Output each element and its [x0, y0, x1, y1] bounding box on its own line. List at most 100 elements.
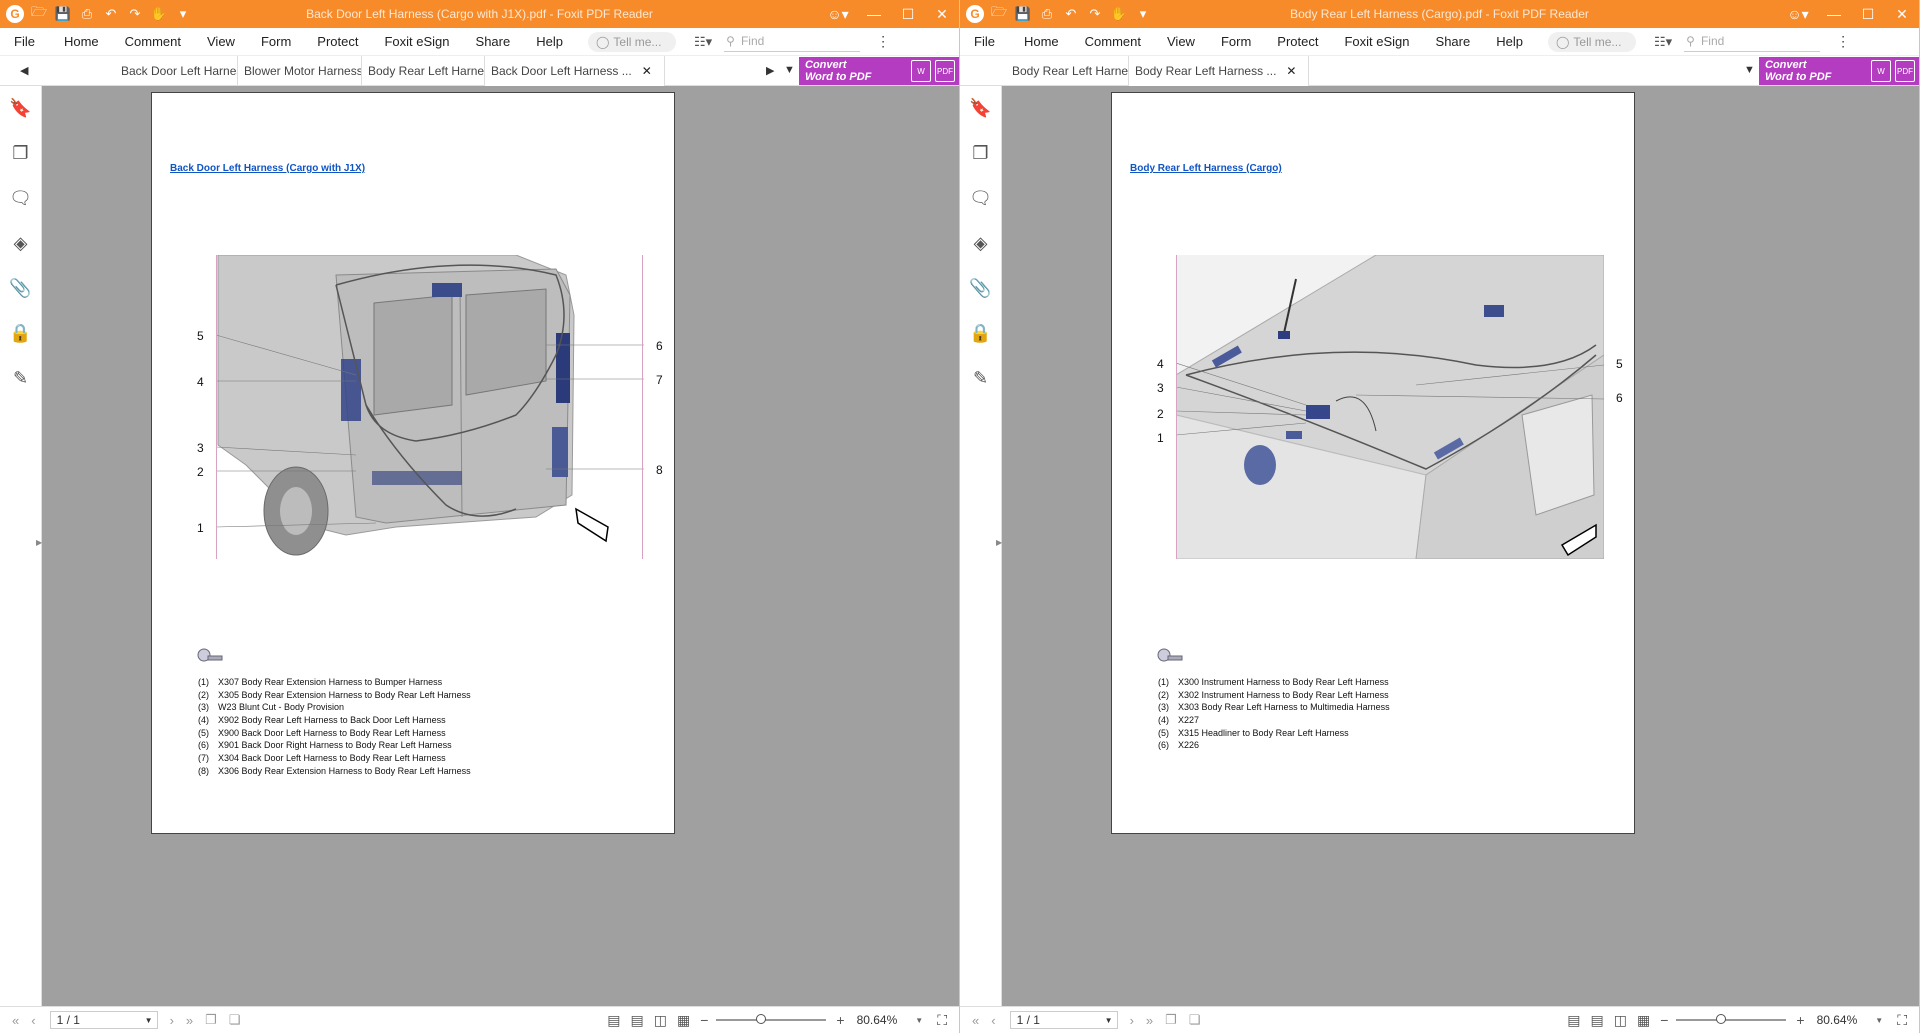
menu-foxit-esign[interactable]: Foxit eSign: [371, 28, 462, 56]
previous-view-icon[interactable]: ❐: [205, 1012, 217, 1028]
attachment-icon[interactable]: 📎: [960, 266, 1001, 311]
pages-icon[interactable]: ❐: [0, 131, 41, 176]
redo-icon[interactable]: ↷: [1086, 5, 1104, 23]
menu-help[interactable]: Help: [523, 28, 576, 56]
menu-foxit-esign[interactable]: Foxit eSign: [1331, 28, 1422, 56]
page-number-input[interactable]: 1 / 1 ▼: [49, 1011, 158, 1029]
zoom-slider[interactable]: [716, 1014, 827, 1024]
bookmark-icon[interactable]: 🔖: [960, 86, 1001, 131]
tell-me-search[interactable]: ◯ Tell me...: [1547, 31, 1636, 52]
facing-page-icon[interactable]: ◫: [1614, 1012, 1627, 1029]
hand-tool-icon[interactable]: ✋: [1110, 5, 1128, 23]
next-page-icon[interactable]: ›: [170, 1013, 174, 1028]
tell-me-search[interactable]: ◯ Tell me...: [587, 31, 676, 52]
maximize-icon[interactable]: ☐: [891, 0, 925, 28]
layers-icon[interactable]: ◈: [960, 221, 1001, 266]
zoom-dropdown-icon[interactable]: ▼: [1875, 1016, 1883, 1025]
customize-dropdown-icon[interactable]: ▾: [1134, 5, 1152, 23]
find-input[interactable]: ⚲ Find: [1684, 32, 1821, 52]
search-options-icon[interactable]: ☷▾: [694, 34, 712, 50]
menu-protect[interactable]: Protect: [1264, 28, 1331, 56]
tab-scroll-right-icon[interactable]: ▶: [766, 64, 774, 77]
document-area[interactable]: Back Door Left Harness (Cargo with J1X): [42, 86, 959, 1006]
close-tab-icon[interactable]: ✕: [642, 64, 652, 78]
close-icon[interactable]: ✕: [925, 0, 959, 28]
open-folder-icon[interactable]: 🗁: [990, 4, 1008, 23]
menu-view[interactable]: View: [194, 28, 248, 56]
first-page-icon[interactable]: «: [12, 1013, 19, 1028]
signature-icon[interactable]: ✎: [960, 356, 1001, 401]
tab-list-dropdown-icon[interactable]: ▼: [1744, 64, 1755, 76]
single-page-icon[interactable]: ▤: [607, 1012, 620, 1029]
tab-body-rear-left-harness-1[interactable]: Body Rear Left Harness...: [1006, 55, 1129, 86]
user-account-icon[interactable]: ☺▾: [819, 0, 857, 28]
open-folder-icon[interactable]: 🗁: [30, 4, 48, 23]
first-page-icon[interactable]: «: [972, 1013, 979, 1028]
print-icon[interactable]: ⎙: [1038, 5, 1056, 23]
menu-comment[interactable]: Comment: [112, 28, 194, 56]
redo-icon[interactable]: ↷: [126, 5, 144, 23]
zoom-dropdown-icon[interactable]: ▼: [915, 1016, 923, 1025]
zoom-in-icon[interactable]: +: [836, 1012, 844, 1028]
previous-page-icon[interactable]: ‹: [991, 1013, 995, 1028]
bookmark-icon[interactable]: 🔖: [0, 86, 41, 131]
menu-file[interactable]: File: [0, 28, 51, 56]
zoom-slider[interactable]: [1676, 1014, 1787, 1024]
menu-view[interactable]: View: [1154, 28, 1208, 56]
lock-icon[interactable]: 🔒: [960, 311, 1001, 356]
undo-icon[interactable]: ↶: [1062, 5, 1080, 23]
find-input[interactable]: ⚲ Find: [724, 32, 861, 52]
convert-word-to-pdf-banner[interactable]: Convert Word to PDF W PDF: [1759, 57, 1919, 85]
document-title-link[interactable]: Body Rear Left Harness (Cargo): [1130, 163, 1282, 174]
customize-dropdown-icon[interactable]: ▾: [174, 5, 192, 23]
tab-body-rear-left-harness[interactable]: Body Rear Left Harness...: [362, 55, 485, 86]
zoom-slider-knob[interactable]: [756, 1014, 767, 1024]
document-area[interactable]: Body Rear Left Harness (Cargo) 4 3 2 1 5…: [1002, 86, 1919, 1006]
menu-form[interactable]: Form: [248, 28, 304, 56]
tab-back-door-left-harness-active[interactable]: Back Door Left Harness ... ✕: [485, 55, 665, 86]
menu-protect[interactable]: Protect: [304, 28, 371, 56]
menu-share[interactable]: Share: [1423, 28, 1484, 56]
zoom-out-icon[interactable]: −: [700, 1012, 708, 1028]
user-account-icon[interactable]: ☺▾: [1779, 0, 1817, 28]
previous-page-icon[interactable]: ‹: [31, 1013, 35, 1028]
next-page-icon[interactable]: ›: [1130, 1013, 1134, 1028]
tab-list-dropdown-icon[interactable]: ▼: [784, 64, 795, 76]
menu-home[interactable]: Home: [51, 28, 112, 56]
minimize-icon[interactable]: —: [857, 0, 891, 28]
comments-icon[interactable]: 🗨: [960, 176, 1001, 221]
page-dropdown-icon[interactable]: ▼: [145, 1016, 153, 1025]
menu-comment[interactable]: Comment: [1072, 28, 1154, 56]
menu-share[interactable]: Share: [463, 28, 524, 56]
last-page-icon[interactable]: »: [186, 1013, 193, 1028]
fullscreen-icon[interactable]: ⛶: [937, 1012, 947, 1029]
more-options-icon[interactable]: ⋮: [1836, 33, 1850, 50]
print-icon[interactable]: ⎙: [78, 5, 96, 23]
menu-home[interactable]: Home: [1011, 28, 1072, 56]
next-view-icon[interactable]: ❏: [1189, 1012, 1201, 1028]
continuous-facing-icon[interactable]: ▦: [1637, 1012, 1650, 1029]
zoom-level[interactable]: 80.64%: [857, 1013, 898, 1027]
last-page-icon[interactable]: »: [1146, 1013, 1153, 1028]
continuous-facing-icon[interactable]: ▦: [677, 1012, 690, 1029]
document-title-link[interactable]: Back Door Left Harness (Cargo with J1X): [170, 163, 365, 174]
hand-tool-icon[interactable]: ✋: [150, 5, 168, 23]
page-number-input[interactable]: 1 / 1 ▼: [1009, 1011, 1118, 1029]
fullscreen-icon[interactable]: ⛶: [1897, 1012, 1907, 1029]
pages-icon[interactable]: ❐: [960, 131, 1001, 176]
menu-form[interactable]: Form: [1208, 28, 1264, 56]
save-icon[interactable]: 💾: [54, 5, 72, 23]
comments-icon[interactable]: 🗨: [0, 176, 41, 221]
lock-icon[interactable]: 🔒: [0, 311, 41, 356]
next-view-icon[interactable]: ❏: [229, 1012, 241, 1028]
tab-body-rear-left-harness-active[interactable]: Body Rear Left Harness ... ✕: [1129, 55, 1309, 86]
previous-view-icon[interactable]: ❐: [1165, 1012, 1177, 1028]
page-dropdown-icon[interactable]: ▼: [1105, 1016, 1113, 1025]
maximize-icon[interactable]: ☐: [1851, 0, 1885, 28]
attachment-icon[interactable]: 📎: [0, 266, 41, 311]
more-options-icon[interactable]: ⋮: [876, 33, 890, 50]
search-options-icon[interactable]: ☷▾: [1654, 34, 1672, 50]
convert-word-to-pdf-banner[interactable]: Convert Word to PDF W PDF: [799, 57, 959, 85]
tab-blower-motor-harness[interactable]: Blower Motor Harness....: [238, 55, 362, 86]
zoom-level[interactable]: 80.64%: [1817, 1013, 1858, 1027]
